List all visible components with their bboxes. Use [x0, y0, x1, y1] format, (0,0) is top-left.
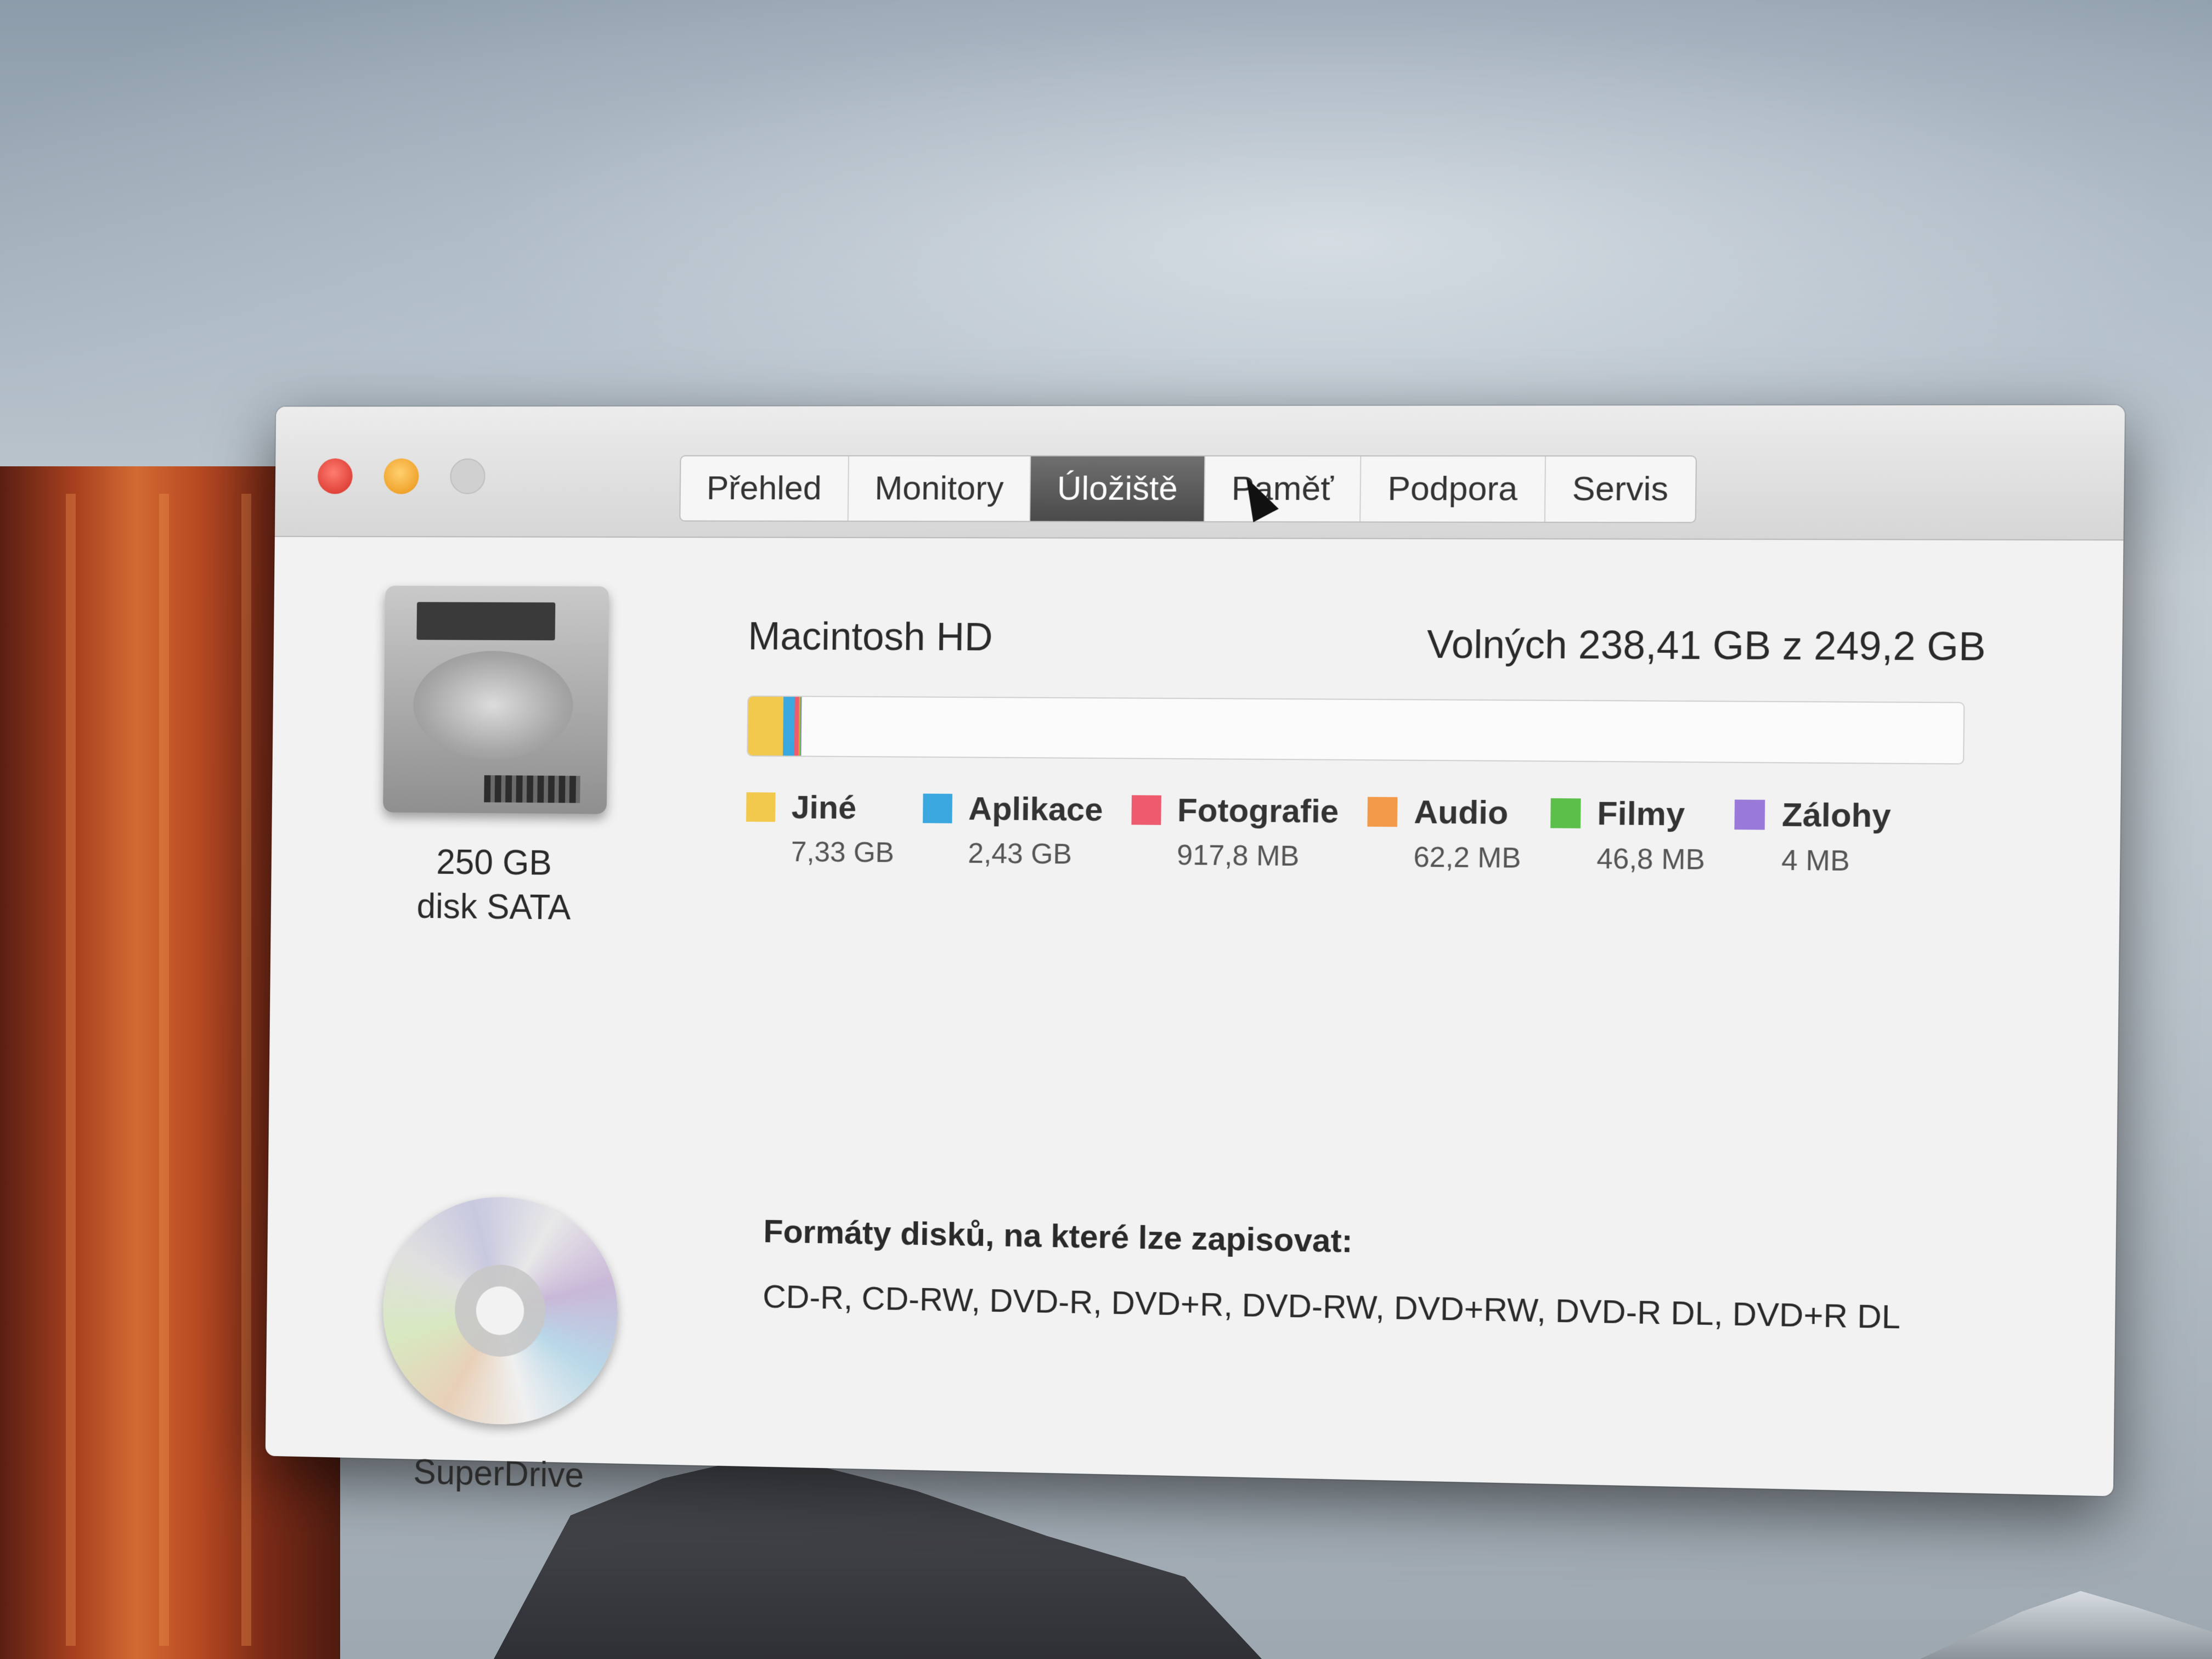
- about-this-mac-window: Přehled Monitory Úložiště Paměť Podpora …: [265, 405, 2125, 1497]
- tab-monitory[interactable]: Monitory: [848, 456, 1031, 521]
- tab-prehled[interactable]: Přehled: [680, 456, 849, 521]
- usage-segment-1: [748, 696, 783, 756]
- legend-swatch: [1367, 797, 1398, 827]
- tab-podpora[interactable]: Podpora: [1361, 456, 1546, 522]
- legend-size: 2,43 GB: [968, 837, 1073, 871]
- close-window-button[interactable]: [317, 458, 353, 494]
- storage-legend: Jiné 7,33 GB Aplikace 2,43 GB Fotografie: [746, 788, 1921, 878]
- legend-label: Aplikace: [968, 790, 1103, 828]
- wallpaper-cliff-streak: [159, 494, 169, 1646]
- legend-size: 917,8 MB: [1176, 839, 1300, 872]
- legend-swatch: [1734, 799, 1765, 830]
- disk-name: Macintosh HD: [748, 614, 993, 659]
- wallpaper-cliff-streak: [241, 494, 251, 1646]
- legend-item-jine: Jiné 7,33 GB: [746, 788, 895, 869]
- storage-usage-bar: [747, 695, 1965, 765]
- wallpaper-cliff-streak: [66, 494, 76, 1646]
- legend-swatch: [1550, 798, 1581, 828]
- minimize-window-button[interactable]: [383, 458, 419, 494]
- legend-item-zalohy: Zálohy 4 MB: [1734, 795, 1891, 878]
- legend-swatch: [922, 793, 952, 823]
- hard-drive-capacity: 250 GB: [436, 842, 552, 883]
- writable-formats-list: CD-R, CD-RW, DVD-R, DVD+R, DVD-RW, DVD+R…: [762, 1278, 1901, 1336]
- zoom-window-button: [450, 458, 486, 494]
- tab-servis[interactable]: Servis: [1545, 456, 1695, 522]
- wallpaper-snow-peak: [1920, 1591, 2212, 1659]
- legend-item-audio: Audio 62,2 MB: [1367, 793, 1521, 875]
- hard-drive-icon: [383, 585, 610, 814]
- usage-segment-2: [782, 697, 795, 756]
- optical-disc-hole: [476, 1285, 524, 1336]
- tab-pamet[interactable]: Paměť: [1204, 456, 1362, 522]
- legend-label: Jiné: [791, 788, 857, 826]
- disk-free-space: Volných 238,41 GB z 249,2 GB: [1426, 622, 1987, 669]
- legend-size: 7,33 GB: [791, 836, 895, 869]
- usage-segment-6: [800, 697, 802, 756]
- legend-size: 62,2 MB: [1413, 841, 1521, 874]
- hard-drive-label-plate: [416, 602, 556, 641]
- optical-disc-icon: [382, 1195, 619, 1427]
- legend-label: Audio: [1413, 793, 1509, 831]
- legend-item-aplikace: Aplikace 2,43 GB: [922, 789, 1103, 871]
- legend-label: Filmy: [1596, 794, 1685, 833]
- legend-item-filmy: Filmy 46,8 MB: [1550, 794, 1706, 877]
- legend-size: 4 MB: [1781, 844, 1850, 878]
- hard-drive-platter: [413, 650, 574, 760]
- hard-drive-connector: [484, 775, 580, 803]
- hard-drive-caption: 250 GB disk SATA: [356, 839, 633, 930]
- hard-drive-type: disk SATA: [416, 886, 571, 927]
- storage-pane: 250 GB disk SATA Macintosh HD Volných 23…: [266, 537, 2124, 1497]
- legend-swatch: [1131, 794, 1161, 825]
- legend-swatch: [746, 792, 776, 822]
- legend-label: Fotografie: [1177, 791, 1339, 830]
- tab-bar: Přehled Monitory Úložiště Paměť Podpora …: [679, 455, 1697, 523]
- tab-uloziste[interactable]: Úložiště: [1030, 456, 1206, 522]
- legend-size: 46,8 MB: [1596, 843, 1706, 876]
- legend-item-fotografie: Fotografie 917,8 MB: [1131, 791, 1339, 873]
- writable-formats-title: Formáty disků, na které lze zapisovat:: [763, 1212, 1353, 1260]
- desktop-wallpaper: Přehled Monitory Úložiště Paměť Podpora …: [0, 0, 2212, 1659]
- legend-label: Zálohy: [1781, 796, 1892, 834]
- window-titlebar: Přehled Monitory Úložiště Paměť Podpora …: [274, 405, 2125, 541]
- superdrive-caption: SuperDrive: [413, 1452, 584, 1495]
